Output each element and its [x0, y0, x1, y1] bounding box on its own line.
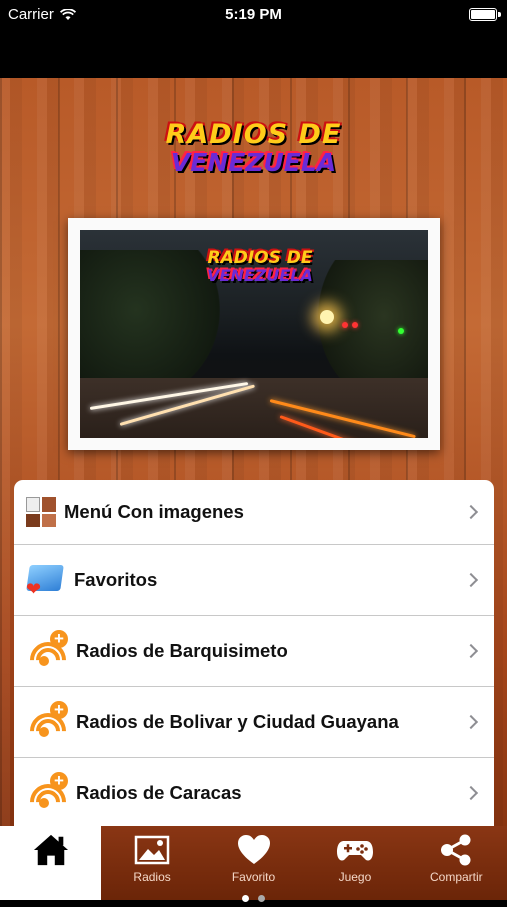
tab-label: Radios — [133, 870, 171, 884]
menu-item-favoritos[interactable]: ❤ Favoritos — [14, 545, 494, 616]
battery-icon — [469, 8, 501, 21]
tab-label: Favorito — [231, 870, 276, 884]
menu-item-label: Radios de Caracas — [76, 782, 242, 803]
heart-icon — [237, 835, 270, 864]
logo-line-1: RADIOS DE — [165, 119, 342, 150]
menu-item-label: Favoritos — [74, 569, 158, 590]
page-dot — [257, 895, 265, 902]
tab-label: Juego — [338, 870, 372, 884]
menu-item-label: Radios de Barquisimeto — [76, 640, 288, 661]
rss-add-icon: + — [22, 772, 74, 826]
traffic-light — [352, 322, 358, 328]
page-dot-active — [242, 895, 250, 902]
gamepad-icon — [336, 841, 373, 861]
chevron-right-icon — [463, 504, 479, 520]
menu-item-radios-caracas[interactable]: + Radios de Caracas — [14, 758, 494, 826]
radio-menu-list: Menú Con imagenes ❤ Favoritos + Radios d… — [14, 480, 494, 826]
menu-item-radios-bolivar[interactable]: + Radios de Bolivar y Ciudad Guayana — [14, 687, 494, 758]
menu-item-radios-barquisimeto[interactable]: + Radios de Barquisimeto — [14, 616, 494, 687]
image-grid-icon — [26, 497, 56, 527]
city-night-photo: RADIOS DE VENEZUELA — [80, 230, 428, 438]
chevron-right-icon — [463, 643, 479, 659]
rss-add-icon: + — [22, 630, 74, 686]
menu-item-label: Menú Con imagenes — [64, 501, 244, 522]
tab-label: Compartir — [429, 870, 483, 884]
chevron-right-icon — [463, 572, 479, 588]
app-logo: RADIOS DE VENEZUELA — [150, 121, 357, 175]
page-indicator — [0, 889, 507, 907]
street-light-glow — [320, 310, 334, 324]
logo-line-2: VENEZUELA — [170, 148, 337, 177]
chevron-right-icon — [463, 785, 479, 801]
traffic-light — [342, 322, 348, 328]
status-bar: Carrier 5:19 PM — [0, 0, 507, 78]
chevron-right-icon — [463, 714, 479, 730]
share-icon — [441, 834, 471, 866]
photo-logo: RADIOS DE VENEZUELA — [190, 250, 330, 284]
clock: 5:19 PM — [225, 6, 282, 23]
menu-item-menu-con-imagenes[interactable]: Menú Con imagenes — [14, 480, 494, 545]
photo-logo-line-2: VENEZUELA — [207, 266, 313, 285]
favorites-folder-icon: ❤ — [26, 563, 66, 599]
menu-item-label: Radios de Bolivar y Ciudad Guayana — [76, 711, 399, 732]
traffic-light — [398, 328, 404, 334]
home-icon — [33, 834, 68, 866]
photo-logo-line-1: RADIOS DE — [207, 248, 313, 268]
picture-icon — [134, 835, 170, 865]
banner-photo-frame: RADIOS DE VENEZUELA — [68, 218, 440, 450]
rss-add-icon: + — [22, 701, 74, 757]
